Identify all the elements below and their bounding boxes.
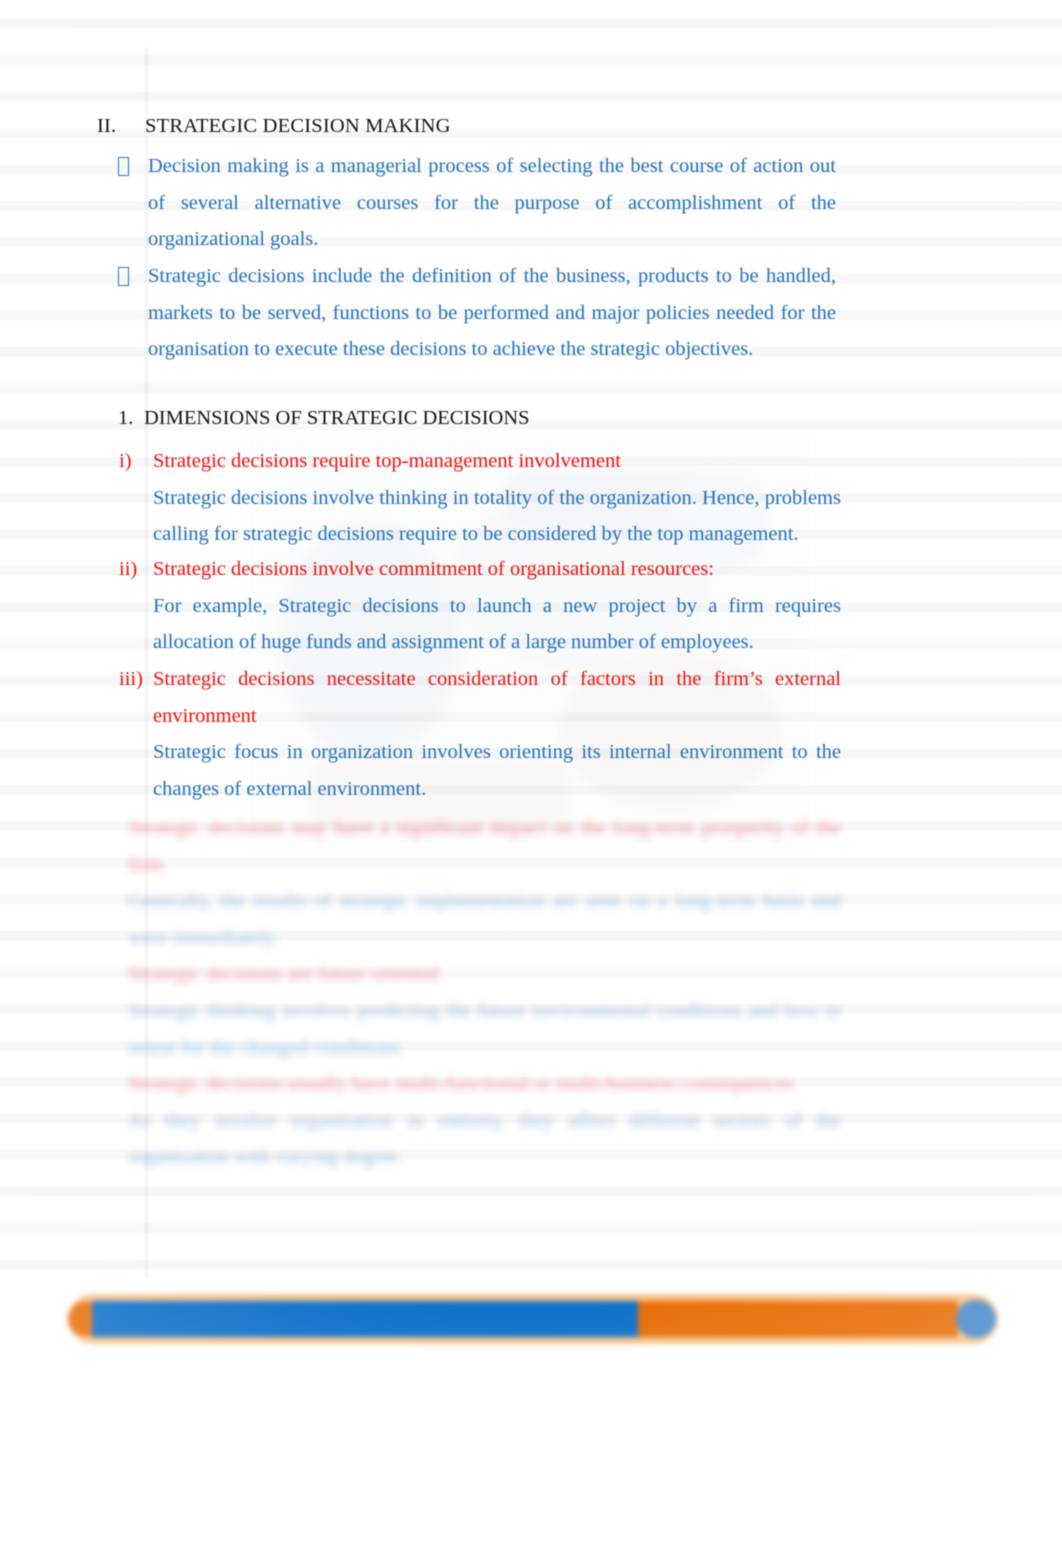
bar-orange-segment — [638, 1301, 958, 1337]
blurred-line: Strategic thinking involves predicting t… — [128, 999, 841, 1059]
blurred-line: Strategic decisions usually have multi-f… — [128, 1073, 794, 1096]
dimension-heading: Strategic decisions require top-manageme… — [153, 450, 621, 472]
list-item: Strategic decisions include the definiti… — [118, 258, 836, 368]
bullet-box-icon — [118, 258, 148, 368]
bullet-text: Strategic decisions include the definiti… — [148, 265, 836, 361]
bullet-text: Decision making is a managerial process … — [148, 155, 836, 251]
blurred-line: As they involve organization as entirety… — [128, 1109, 841, 1169]
footer-progress-bar-graphic — [60, 1288, 1005, 1350]
dimension-item: i) Strategic decisions require top-manag… — [119, 443, 841, 553]
blurred-line: Generally, the results of strategic impl… — [128, 890, 841, 949]
document-page: II. STRATEGIC DECISION MAKING Decision ma… — [0, 0, 1062, 1561]
section-numeral: II. — [97, 115, 117, 137]
blurred-line: Strategic decisions are future oriented — [128, 963, 439, 986]
list-item: Decision making is a managerial process … — [118, 148, 836, 258]
dimension-body: For example, Strategic decisions to laun… — [153, 594, 841, 654]
dimension-heading: Strategic decisions necessitate consider… — [153, 668, 841, 727]
section-heading: II. STRATEGIC DECISION MAKING — [97, 115, 451, 138]
dimension-heading: Strategic decisions involve commitment o… — [153, 558, 714, 580]
subsection-heading: 1. DIMENSIONS OF STRATEGIC DECISIONS — [118, 407, 530, 430]
dimension-item: iii) Strategic decisions necessitate con… — [119, 661, 841, 807]
blurred-line: Strategic decisions may have a significa… — [128, 817, 841, 876]
dimension-marker: ii) — [119, 558, 138, 580]
subsection-number: 1. — [118, 407, 134, 429]
dimension-marker: iii) — [119, 668, 143, 690]
dimension-item: ii) Strategic decisions involve commitme… — [119, 551, 841, 661]
dimension-body: Strategic decisions involve thinking in … — [153, 486, 841, 546]
subsection-title: DIMENSIONS OF STRATEGIC DECISIONS — [144, 407, 530, 429]
section-title: STRATEGIC DECISION MAKING — [145, 115, 451, 137]
blurred-text-block: Strategic decisions may have a significa… — [0, 805, 1062, 1175]
bar-blue-segment — [92, 1301, 640, 1337]
bar-blue-right-cap — [956, 1300, 996, 1338]
dimension-marker: i) — [119, 450, 132, 472]
dimension-body: Strategic focus in organization involves… — [153, 741, 841, 800]
bullet-box-icon — [118, 148, 148, 258]
